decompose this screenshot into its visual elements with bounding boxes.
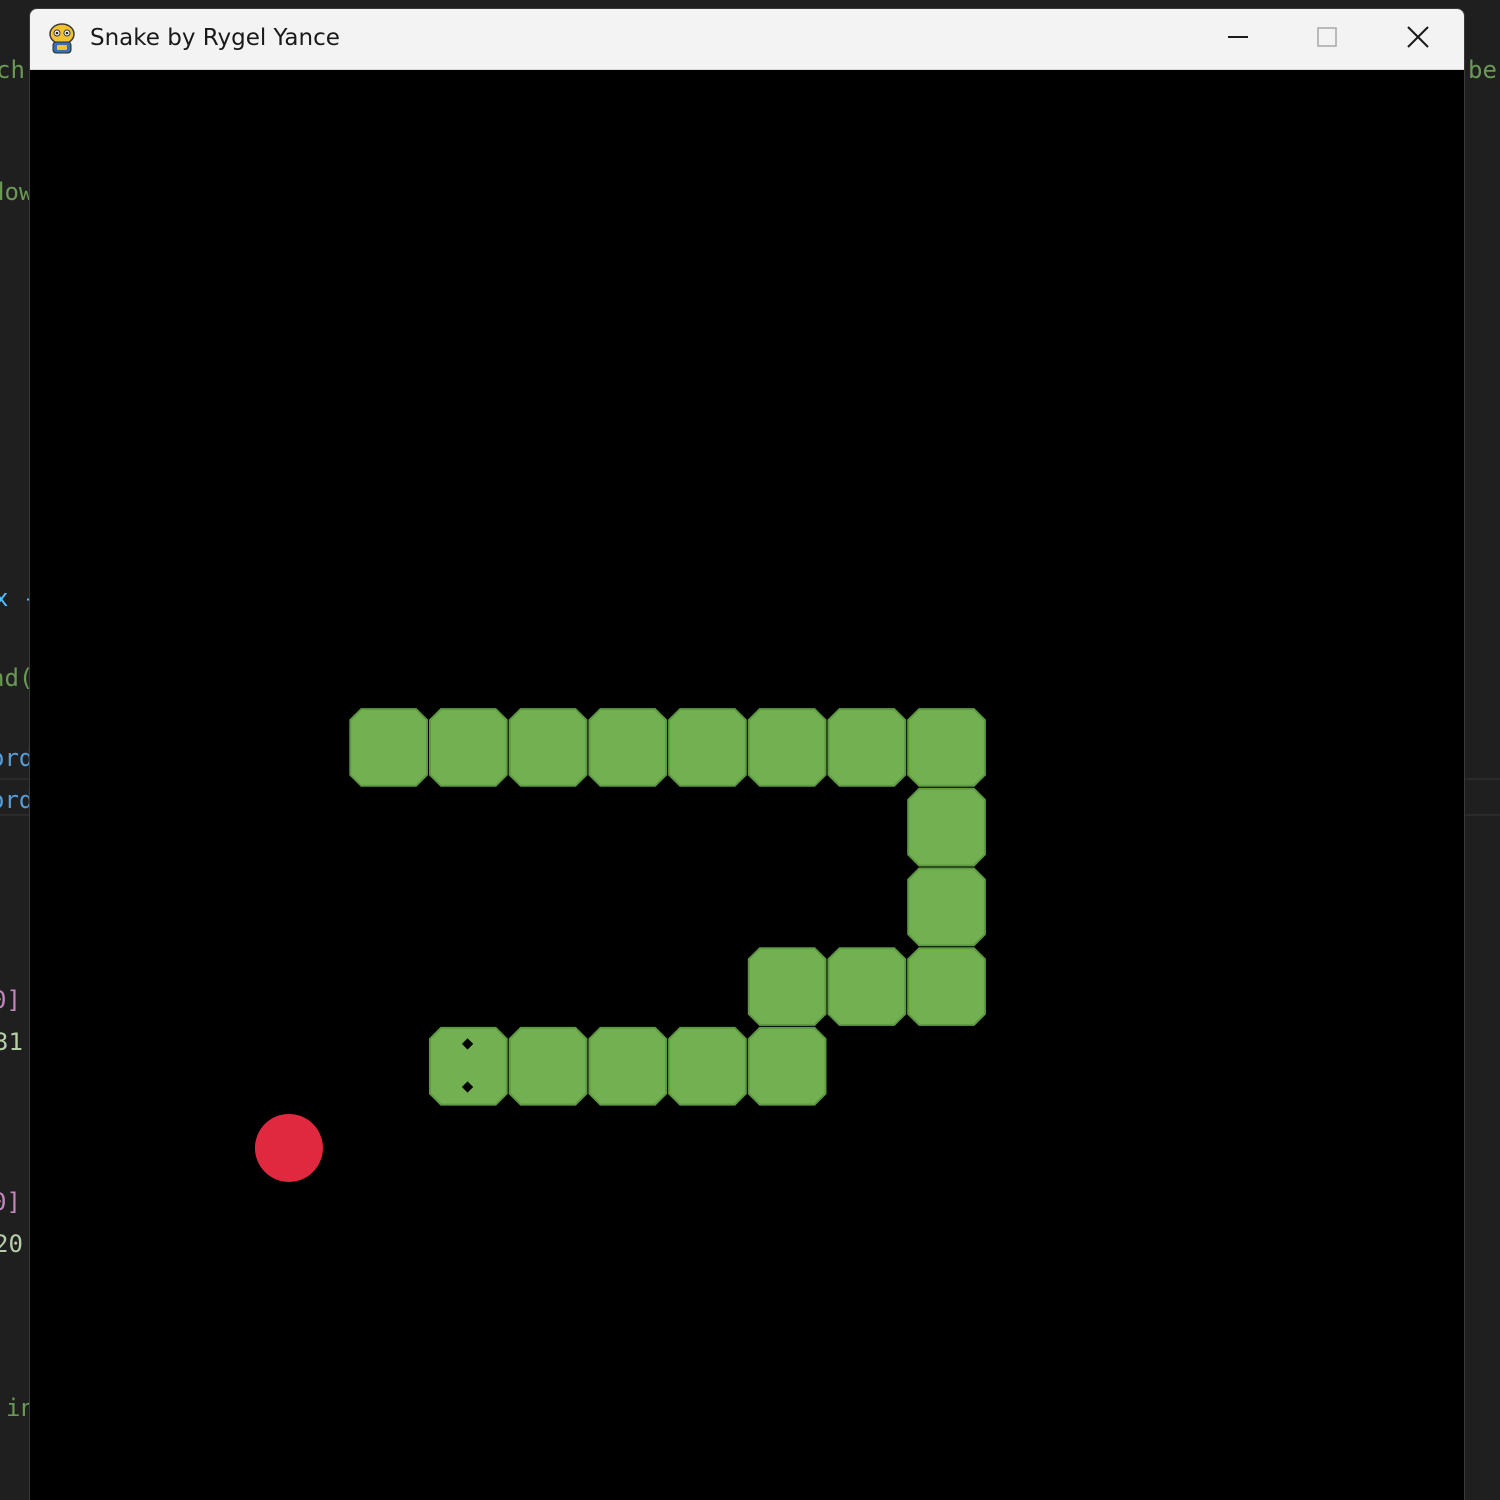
snake-segment — [747, 708, 827, 787]
snake-segment — [588, 1026, 668, 1106]
snake-segment — [508, 708, 588, 787]
game-canvas — [254, 708, 986, 1182]
snake-segment — [668, 1026, 747, 1106]
snake-segment — [668, 708, 747, 787]
snake-segment — [508, 1026, 588, 1106]
snake-segment — [907, 947, 986, 1026]
title-bar[interactable]: Snake by Rygel Yance — [30, 9, 1464, 70]
snake-segment — [827, 947, 907, 1026]
snake-segment — [907, 708, 986, 787]
pygame-snake-icon — [46, 22, 78, 56]
window-title: Snake by Rygel Yance — [90, 25, 340, 51]
snake-segment — [907, 787, 986, 867]
game-board[interactable] — [30, 70, 1464, 1500]
snake-segment — [588, 708, 668, 787]
snake-segment — [747, 1026, 827, 1106]
game-window[interactable]: Snake by Rygel Yance — [29, 8, 1465, 1500]
code-fragment: ch — [0, 56, 25, 84]
snake-segment — [429, 708, 508, 787]
minimize-button[interactable] — [1193, 9, 1283, 69]
maximize-button[interactable] — [1282, 9, 1372, 69]
code-fragment: be — [1468, 56, 1497, 84]
snake-segment — [827, 708, 907, 787]
code-fragment: 0] — [0, 1188, 21, 1216]
snake-segment — [907, 867, 986, 947]
close-button[interactable] — [1373, 9, 1463, 69]
minimize-icon — [1227, 26, 1249, 52]
code-fragment: 31 — [0, 1028, 23, 1056]
food-apple — [254, 1113, 323, 1182]
desktop-background: ch dow x - nd( ord ord 0] 31 0] 20 in be… — [0, 0, 1500, 1500]
close-icon — [1406, 25, 1430, 53]
code-fragment: 20 — [0, 1230, 23, 1258]
code-fragment: 0] — [0, 986, 21, 1014]
maximize-icon — [1316, 26, 1338, 52]
snake-segment — [747, 947, 827, 1026]
snake-segment — [349, 708, 428, 787]
